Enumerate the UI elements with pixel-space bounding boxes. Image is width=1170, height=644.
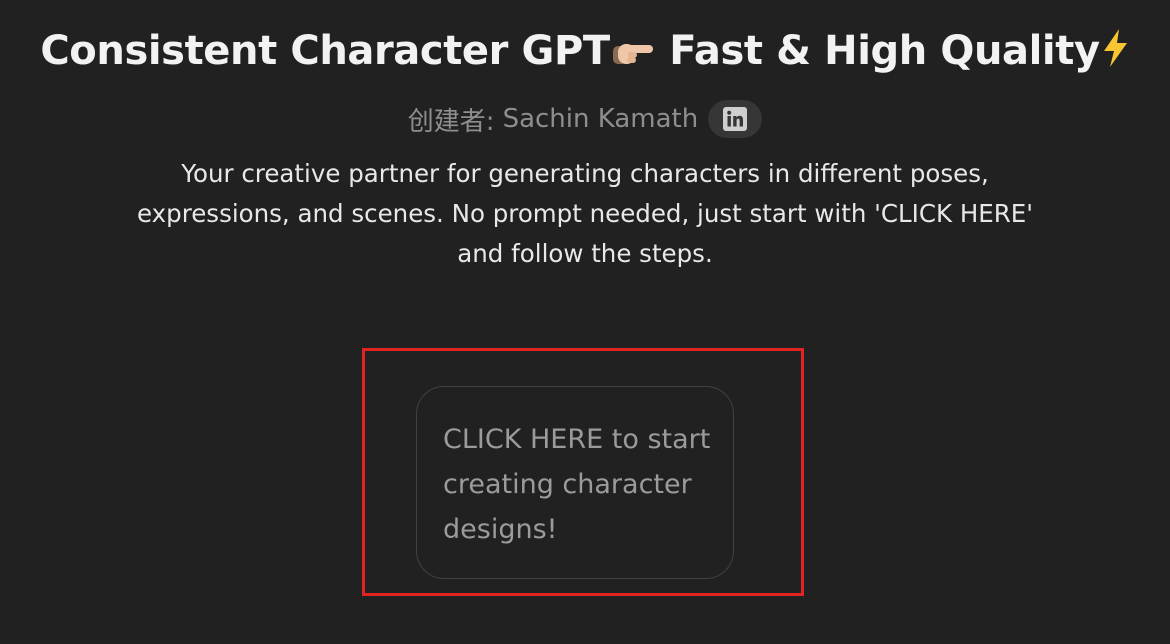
creator-prefix: 创建者: [407, 106, 495, 137]
title-text-suffix: Fast & High Quality [655, 28, 1100, 74]
conversation-starter-button[interactable]: CLICK HERE to start creating character d… [416, 386, 734, 579]
linkedin-icon [723, 107, 748, 131]
title-text: Consistent Character GPT [40, 28, 610, 74]
creator-name: Sachin Kamath [502, 104, 699, 134]
gpt-description: Your creative partner for generating cha… [137, 159, 1033, 268]
gpt-title: Consistent Character GPT Fast & High Qua… [0, 22, 1170, 84]
lightning-icon [1100, 26, 1130, 84]
pointing-right-icon [610, 26, 656, 84]
linkedin-link[interactable] [708, 100, 763, 138]
creator-row: 创建者: Sachin Kamath [0, 98, 1170, 140]
